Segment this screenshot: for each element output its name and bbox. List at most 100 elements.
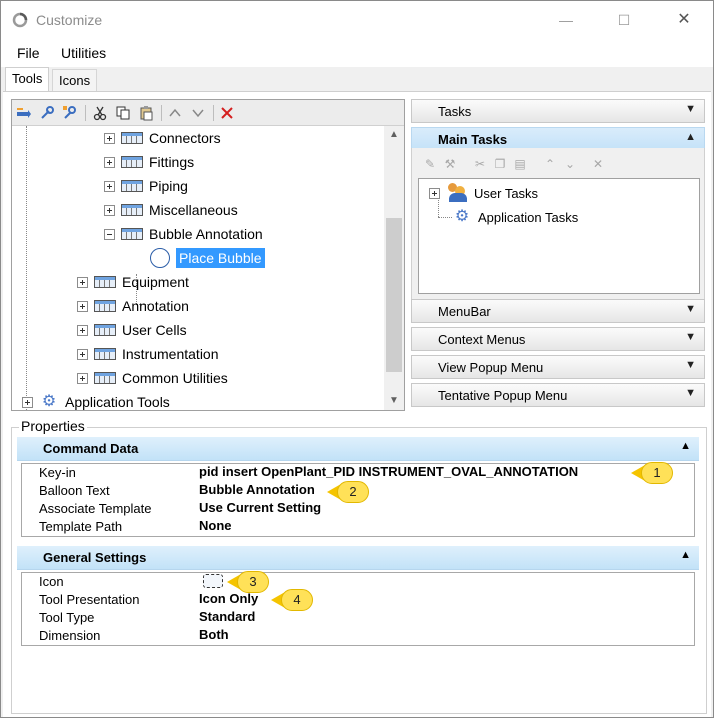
- callout-number: 1: [641, 462, 673, 484]
- expand-icon[interactable]: [77, 300, 88, 312]
- prop-row-dimension[interactable]: Dimension Both: [22, 627, 694, 645]
- accordion-label: MenuBar: [438, 304, 491, 319]
- app-icon: [12, 12, 28, 28]
- scroll-up-icon[interactable]: ▲: [384, 126, 404, 144]
- prop-value[interactable]: Standard: [199, 609, 255, 624]
- expand-icon[interactable]: [429, 187, 440, 199]
- tree-item-bubble-annotation[interactable]: Bubble Annotation: [104, 222, 263, 246]
- tree-item-user-tasks[interactable]: User Tasks: [429, 181, 538, 205]
- menu-file[interactable]: File: [17, 45, 40, 61]
- new-key-icon[interactable]: ⚒: [442, 156, 458, 172]
- minimize-button[interactable]: —: [543, 7, 589, 33]
- expand-icon[interactable]: [77, 372, 88, 384]
- expand-icon[interactable]: [77, 276, 88, 288]
- new-task-icon[interactable]: ✎: [422, 156, 438, 172]
- expand-icon[interactable]: [77, 348, 88, 360]
- tree-scrollbar[interactable]: ▲ ▼: [384, 126, 404, 410]
- tree-item-connectors[interactable]: Connectors: [104, 126, 221, 150]
- tree-item-miscellaneous[interactable]: Miscellaneous: [104, 198, 238, 222]
- toolbox-icon: [94, 300, 116, 312]
- accordion-tentative-popup-menu[interactable]: Tentative Popup Menu ▼: [411, 383, 705, 407]
- cut-icon[interactable]: [92, 105, 108, 121]
- paste-icon[interactable]: [138, 105, 154, 121]
- delete-icon[interactable]: [219, 105, 235, 121]
- prop-row-key-in[interactable]: Key-in pid insert OpenPlant_PID INSTRUME…: [22, 464, 694, 482]
- expand-icon[interactable]: [77, 324, 88, 336]
- new-branch-icon[interactable]: [62, 105, 78, 121]
- tree-item-label: Connectors: [149, 130, 221, 146]
- paste-icon[interactable]: ▤: [512, 156, 528, 172]
- prop-value[interactable]: None: [199, 518, 232, 533]
- copy-icon[interactable]: ❐: [492, 156, 508, 172]
- prop-row-tool-presentation[interactable]: Tool Presentation Icon Only: [22, 591, 694, 609]
- tree-item-instrumentation[interactable]: Instrumentation: [77, 342, 219, 366]
- toolbox-icon: [94, 276, 116, 288]
- scrollbar-thumb[interactable]: [386, 218, 402, 372]
- scroll-down-icon[interactable]: ▼: [384, 392, 404, 410]
- tree-item-label: Application Tasks: [478, 209, 579, 225]
- move-up-icon[interactable]: [167, 105, 183, 121]
- toolbox-icon: [121, 156, 143, 168]
- tree-item-fittings[interactable]: Fittings: [104, 150, 194, 174]
- toolbox-icon: [94, 372, 116, 384]
- prop-value[interactable]: Both: [199, 627, 229, 642]
- accordion-tasks[interactable]: Tasks ▼: [411, 99, 705, 123]
- menu-utilities[interactable]: Utilities: [61, 45, 106, 61]
- copy-icon[interactable]: [115, 105, 131, 121]
- tools-tree-panel: Connectors Fittings Piping Miscellaneous: [11, 99, 405, 411]
- command-data-header[interactable]: Command Data ▲: [17, 437, 699, 461]
- prop-value[interactable]: Use Current Setting: [199, 500, 321, 515]
- prop-value[interactable]: Icon Only: [199, 591, 258, 606]
- prop-row-icon[interactable]: Icon: [22, 573, 694, 591]
- tree-item-label: Instrumentation: [122, 346, 219, 362]
- new-key-icon[interactable]: [39, 105, 55, 121]
- tree-connector: [26, 126, 27, 410]
- move-down-icon[interactable]: ⌄: [562, 156, 578, 172]
- tree-item-place-bubble[interactable]: Place Bubble: [150, 246, 265, 270]
- callout-number: 4: [281, 589, 313, 611]
- move-down-icon[interactable]: [190, 105, 206, 121]
- tab-icons[interactable]: Icons: [52, 69, 98, 91]
- maximize-button[interactable]: ☐: [601, 7, 647, 33]
- accordion-label: Main Tasks: [438, 132, 508, 147]
- expand-icon[interactable]: [104, 204, 115, 216]
- new-tool-icon[interactable]: [16, 105, 32, 121]
- close-button[interactable]: ✕: [661, 7, 707, 33]
- cut-icon[interactable]: ✂: [472, 156, 488, 172]
- users-icon: [446, 183, 468, 203]
- chevron-up-icon: ▲: [680, 549, 691, 561]
- expand-icon[interactable]: [104, 132, 115, 144]
- tree-item-label: Equipment: [122, 274, 189, 290]
- properties-label: Properties: [19, 418, 87, 434]
- toolbox-icon: [121, 180, 143, 192]
- tree-item-application-tools[interactable]: ⚙ Application Tools: [22, 390, 170, 410]
- expand-icon[interactable]: [104, 180, 115, 192]
- toolbar-separator: [213, 105, 214, 121]
- collapse-icon[interactable]: [104, 228, 115, 240]
- title-bar[interactable]: Customize — ☐ ✕: [1, 1, 713, 39]
- prop-row-template-path[interactable]: Template Path None: [22, 518, 694, 536]
- prop-value[interactable]: pid insert OpenPlant_PID INSTRUMENT_OVAL…: [199, 464, 578, 479]
- accordion-context-menus[interactable]: Context Menus ▼: [411, 327, 705, 351]
- tool-icon-preview[interactable]: [203, 574, 223, 588]
- tree-item-equipment[interactable]: Equipment: [77, 270, 189, 294]
- tree-item-piping[interactable]: Piping: [104, 174, 188, 198]
- tab-tools[interactable]: Tools: [5, 67, 50, 92]
- general-settings-header[interactable]: General Settings ▲: [17, 546, 699, 570]
- expand-icon[interactable]: [22, 396, 33, 408]
- accordion-view-popup-menu[interactable]: View Popup Menu ▼: [411, 355, 705, 379]
- menu-bar: File Utilities: [1, 39, 713, 67]
- prop-row-tool-type[interactable]: Tool Type Standard: [22, 609, 694, 627]
- tree-connector: [438, 217, 452, 218]
- tree-item-common-utilities[interactable]: Common Utilities: [77, 366, 228, 390]
- delete-icon[interactable]: ✕: [590, 156, 606, 172]
- prop-value[interactable]: Bubble Annotation: [199, 482, 315, 497]
- move-up-icon[interactable]: ⌃: [542, 156, 558, 172]
- expand-icon[interactable]: [104, 156, 115, 168]
- accordion-menubar[interactable]: MenuBar ▼: [411, 299, 705, 323]
- tree-item-user-cells[interactable]: User Cells: [77, 318, 187, 342]
- tree-item-annotation[interactable]: Annotation: [77, 294, 189, 318]
- callout-1: 1: [631, 462, 673, 484]
- tools-tree: Connectors Fittings Piping Miscellaneous: [12, 126, 384, 410]
- tree-item-application-tasks[interactable]: ⚙ Application Tasks: [452, 205, 578, 229]
